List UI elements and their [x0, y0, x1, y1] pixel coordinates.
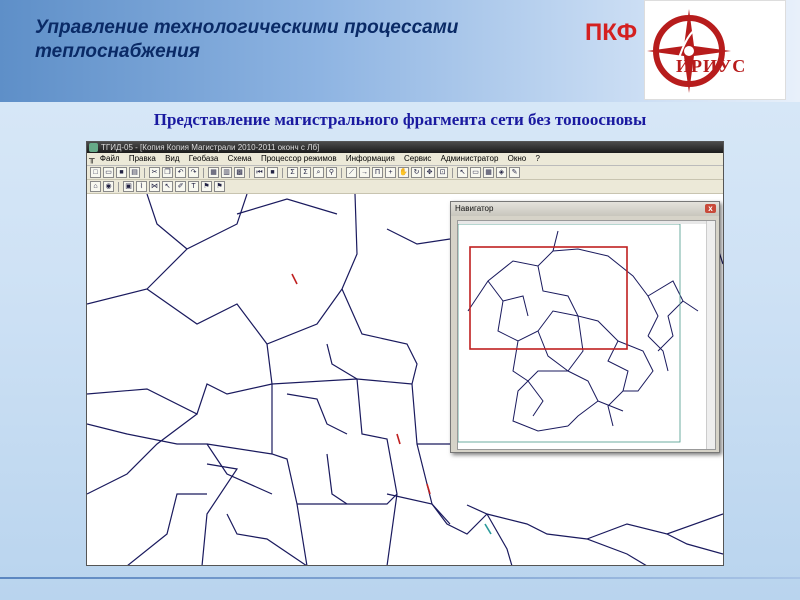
menu-help[interactable]: ?	[535, 153, 539, 165]
box-icon[interactable]: ▣	[123, 181, 134, 192]
save-icon[interactable]: ■	[116, 167, 127, 178]
navigator-titlebar[interactable]: Навигатор x	[451, 202, 719, 216]
arrow-right-icon[interactable]: →	[359, 167, 370, 178]
valve-icon[interactable]: ⋈	[149, 181, 160, 192]
find-icon[interactable]: ⌕	[313, 167, 324, 178]
stop-icon[interactable]: ■	[267, 167, 278, 178]
secondary-toolbar: ⌂ ◉ ▣ ⌇ ⋈ ↖ ✐ T ⚑ ⚑	[87, 180, 723, 194]
title-line-2: теплоснабжения	[35, 41, 200, 62]
menu-geobase[interactable]: Геобаза	[189, 153, 219, 165]
node-icon[interactable]: ◉	[103, 181, 114, 192]
sum-icon[interactable]: Σ	[287, 167, 298, 178]
brand-label: ПКФ	[585, 19, 638, 46]
navigator-overview[interactable]	[457, 220, 716, 450]
menu-window[interactable]: Окно	[508, 153, 527, 165]
menu-scheme[interactable]: Схема	[228, 153, 252, 165]
toolbar-divider	[341, 167, 342, 178]
minimap-viewport-frame[interactable]	[469, 246, 628, 350]
navigator-panel[interactable]: Навигатор x	[450, 201, 720, 453]
home-icon[interactable]: ⌂	[90, 181, 101, 192]
toolbar-divider	[144, 167, 145, 178]
flag-icon[interactable]: ⚑	[201, 181, 212, 192]
edit-icon[interactable]: ✐	[175, 181, 186, 192]
sum-alt-icon[interactable]: Σ	[300, 167, 311, 178]
color-icon[interactable]: ◈	[496, 167, 507, 178]
tools-icon[interactable]: ✎	[509, 167, 520, 178]
close-icon[interactable]: x	[705, 204, 716, 213]
main-toolbar: □ ▭ ■ ▤ ✂ ❐ ↶ ↷ ▦ ▥ ▩ ⏮ ■ Σ Σ ⌕ ⚲ ⟋ → П …	[87, 166, 723, 180]
layer-icon[interactable]: ▦	[208, 167, 219, 178]
menu-information[interactable]: Информация	[346, 153, 395, 165]
toolbar-divider	[452, 167, 453, 178]
menu-administrator[interactable]: Администратор	[441, 153, 499, 165]
frame-icon[interactable]: ⊡	[437, 167, 448, 178]
navigator-minimap	[457, 223, 699, 443]
first-icon[interactable]: ⏮	[254, 167, 265, 178]
text-icon[interactable]: T	[188, 181, 199, 192]
zoom-icon[interactable]: ⚲	[326, 167, 337, 178]
navigator-title: Навигатор	[455, 204, 494, 213]
menu-mode-processor[interactable]: Процессор режимов	[261, 153, 337, 165]
undo-icon[interactable]: ↶	[175, 167, 186, 178]
move-icon[interactable]: ✥	[424, 167, 435, 178]
menu-view[interactable]: Вид	[165, 153, 179, 165]
system-menu-icon[interactable]: ╥	[89, 153, 95, 165]
select-arrow-icon[interactable]: ↖	[457, 167, 468, 178]
window-title: ТГИД-05 - [Копия Копия Магистрали 2010-2…	[101, 143, 320, 152]
menu-service[interactable]: Сервис	[404, 153, 431, 165]
app-window: ТГИД-05 - [Копия Копия Магистрали 2010-2…	[86, 141, 724, 566]
pipe-icon[interactable]: ⌇	[136, 181, 147, 192]
pz-icon[interactable]: П	[372, 167, 383, 178]
table2-icon[interactable]: ▦	[483, 167, 494, 178]
table-icon[interactable]: ▥	[221, 167, 232, 178]
sirius-logo-emblem	[647, 9, 731, 93]
toolbar-divider	[282, 167, 283, 178]
minimap-extent	[457, 223, 681, 443]
footer-divider	[0, 577, 800, 579]
page-title: Управление технологическими процессами т…	[35, 16, 555, 64]
new-file-icon[interactable]: □	[90, 167, 101, 178]
navigator-scrollbar[interactable]	[706, 221, 715, 449]
copy-icon[interactable]: ❐	[162, 167, 173, 178]
pan-hand-icon[interactable]: ✋	[398, 167, 409, 178]
app-icon	[89, 143, 98, 152]
zoom-in-icon[interactable]: +	[385, 167, 396, 178]
navigator-top-bar	[458, 221, 707, 224]
toolbar-divider	[118, 181, 119, 192]
minimap-network	[467, 230, 699, 432]
title-line-1: Управление технологическими процессами	[35, 17, 459, 38]
toolbar-divider	[249, 167, 250, 178]
refresh-icon[interactable]: ↻	[411, 167, 422, 178]
redo-icon[interactable]: ↷	[188, 167, 199, 178]
print-icon[interactable]: ▤	[129, 167, 140, 178]
pointer-icon[interactable]: ↖	[162, 181, 173, 192]
menu-bar: ╥ Файл Правка Вид Геобаза Схема Процессо…	[87, 153, 723, 166]
open-folder-icon[interactable]: ▭	[103, 167, 114, 178]
app-titlebar[interactable]: ТГИД-05 - [Копия Копия Магистрали 2010-2…	[87, 142, 723, 153]
cut-icon[interactable]: ✂	[149, 167, 160, 178]
flag-red-icon[interactable]: ⚑	[214, 181, 225, 192]
menu-edit[interactable]: Правка	[129, 153, 156, 165]
grid-icon[interactable]: ▩	[234, 167, 245, 178]
toolbar-divider	[203, 167, 204, 178]
logo-wordmark: ИРИУС	[676, 56, 747, 76]
slide-subtitle: Представление магистрального фрагмента с…	[153, 110, 647, 129]
doc-icon[interactable]: ▭	[470, 167, 481, 178]
company-logo	[644, 0, 786, 100]
line-icon[interactable]: ⟋	[346, 167, 357, 178]
menu-file[interactable]: Файл	[100, 153, 120, 165]
